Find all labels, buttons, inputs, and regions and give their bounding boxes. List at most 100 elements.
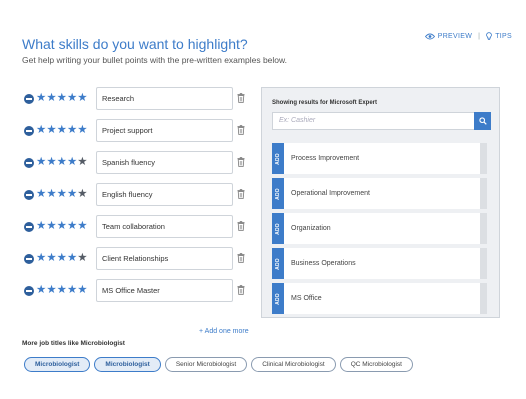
trash-icon[interactable] (237, 221, 245, 231)
result-item[interactable]: ADD Process Improvement (272, 143, 480, 174)
star-icon[interactable]: ★ (57, 188, 67, 200)
minus-circle-icon[interactable] (24, 286, 34, 296)
star-icon[interactable]: ★ (77, 252, 87, 264)
result-item[interactable]: ADD MS Office (272, 283, 480, 314)
job-title-chip[interactable]: Microbiologist (94, 357, 161, 372)
skill-row: ★ ★ ★ ★ ★ English fluency (22, 183, 247, 207)
add-result-button[interactable]: ADD (272, 143, 284, 174)
star-icon[interactable]: ★ (46, 252, 56, 264)
skill-row: ★ ★ ★ ★ ★ Client Relationships (22, 247, 247, 271)
minus-circle-icon[interactable] (24, 254, 34, 264)
star-icon[interactable]: ★ (46, 124, 56, 136)
eye-icon (424, 33, 435, 40)
star-icon[interactable]: ★ (67, 188, 77, 200)
star-icon[interactable]: ★ (77, 188, 87, 200)
link-separator: | (478, 33, 481, 40)
star-icon[interactable]: ★ (46, 220, 56, 232)
star-icon[interactable]: ★ (36, 220, 46, 232)
trash-icon[interactable] (237, 125, 245, 135)
star-icon[interactable]: ★ (67, 156, 77, 168)
star-icon[interactable]: ★ (36, 124, 46, 136)
star-icon[interactable]: ★ (36, 252, 46, 264)
trash-icon[interactable] (237, 93, 245, 103)
page-subtitle: Get help writing your bullet points with… (22, 55, 288, 65)
skill-input[interactable]: English fluency (96, 183, 233, 206)
skill-rating[interactable]: ★ ★ ★ ★ ★ (36, 156, 88, 168)
result-scroll-bar (480, 213, 487, 244)
result-label: Business Operations (291, 260, 356, 267)
skill-rating[interactable]: ★ ★ ★ ★ ★ (36, 124, 88, 136)
star-icon[interactable]: ★ (57, 220, 67, 232)
add-result-button[interactable]: ADD (272, 248, 284, 279)
result-label: Organization (291, 225, 331, 232)
star-icon[interactable]: ★ (46, 188, 56, 200)
add-one-more-link[interactable]: + Add one more (199, 328, 249, 335)
add-label: ADD (274, 222, 281, 235)
star-icon[interactable]: ★ (67, 92, 77, 104)
star-icon[interactable]: ★ (77, 156, 87, 168)
star-icon[interactable]: ★ (36, 156, 46, 168)
add-label: ADD (274, 187, 281, 200)
preview-link[interactable]: PREVIEW (424, 33, 472, 40)
related-titles-label: More job titles like Microbiologist (22, 340, 125, 347)
job-title-chip[interactable]: Clinical Microbiologist (251, 357, 336, 372)
minus-circle-icon[interactable] (24, 190, 34, 200)
star-icon[interactable]: ★ (77, 92, 87, 104)
star-icon[interactable]: ★ (46, 156, 56, 168)
trash-icon[interactable] (237, 157, 245, 167)
top-links: PREVIEW | TIPS (424, 32, 512, 41)
star-icon[interactable]: ★ (57, 284, 67, 296)
star-icon[interactable]: ★ (67, 284, 77, 296)
result-item[interactable]: ADD Operational Improvement (272, 178, 480, 209)
star-icon[interactable]: ★ (46, 284, 56, 296)
result-item[interactable]: ADD Business Operations (272, 248, 480, 279)
skill-rating[interactable]: ★ ★ ★ ★ ★ (36, 252, 88, 264)
search-button[interactable] (474, 112, 491, 130)
star-icon[interactable]: ★ (77, 220, 87, 232)
skill-rating[interactable]: ★ ★ ★ ★ ★ (36, 188, 88, 200)
related-titles-chips: Microbiologist Microbiologist Senior Mic… (24, 357, 413, 372)
result-label: MS Office (291, 295, 322, 302)
star-icon[interactable]: ★ (57, 124, 67, 136)
minus-circle-icon[interactable] (24, 126, 34, 136)
job-title-chip[interactable]: QC Microbiologist (339, 357, 413, 372)
skill-input[interactable]: Project support (96, 119, 233, 142)
trash-icon[interactable] (237, 189, 245, 199)
skill-input[interactable]: Client Relationships (96, 247, 233, 270)
minus-circle-icon[interactable] (24, 222, 34, 232)
result-scroll-bar (480, 143, 487, 174)
add-result-button[interactable]: ADD (272, 283, 284, 314)
star-icon[interactable]: ★ (77, 124, 87, 136)
star-icon[interactable]: ★ (67, 220, 77, 232)
skill-rating[interactable]: ★ ★ ★ ★ ★ (36, 284, 88, 296)
star-icon[interactable]: ★ (57, 252, 67, 264)
star-icon[interactable]: ★ (57, 156, 67, 168)
add-result-button[interactable]: ADD (272, 178, 284, 209)
star-icon[interactable]: ★ (36, 284, 46, 296)
star-icon[interactable]: ★ (67, 124, 77, 136)
tips-link[interactable]: TIPS (486, 32, 512, 41)
skill-input[interactable]: Spanish fluency (96, 151, 233, 174)
star-icon[interactable]: ★ (77, 284, 87, 296)
skill-rating[interactable]: ★ ★ ★ ★ ★ (36, 92, 88, 104)
add-label: ADD (274, 292, 281, 305)
skill-rating[interactable]: ★ ★ ★ ★ ★ (36, 220, 88, 232)
add-result-button[interactable]: ADD (272, 213, 284, 244)
star-icon[interactable]: ★ (67, 252, 77, 264)
result-item[interactable]: ADD Organization (272, 213, 480, 244)
star-icon[interactable]: ★ (57, 92, 67, 104)
job-title-chip[interactable]: Microbiologist (24, 357, 91, 372)
trash-icon[interactable] (237, 285, 245, 295)
star-icon[interactable]: ★ (46, 92, 56, 104)
skill-input[interactable]: Team collaboration (96, 215, 233, 238)
skill-input[interactable]: Research (96, 87, 233, 110)
trash-icon[interactable] (237, 253, 245, 263)
job-title-chip[interactable]: Senior Microbiologist (164, 357, 248, 372)
star-icon[interactable]: ★ (36, 188, 46, 200)
star-icon[interactable]: ★ (36, 92, 46, 104)
search-input[interactable]: Ex: Cashier (272, 112, 479, 130)
minus-circle-icon[interactable] (24, 94, 34, 104)
skill-input[interactable]: MS Office Master (96, 279, 233, 302)
minus-circle-icon[interactable] (24, 158, 34, 168)
skill-row: ★ ★ ★ ★ ★ Research (22, 87, 247, 111)
